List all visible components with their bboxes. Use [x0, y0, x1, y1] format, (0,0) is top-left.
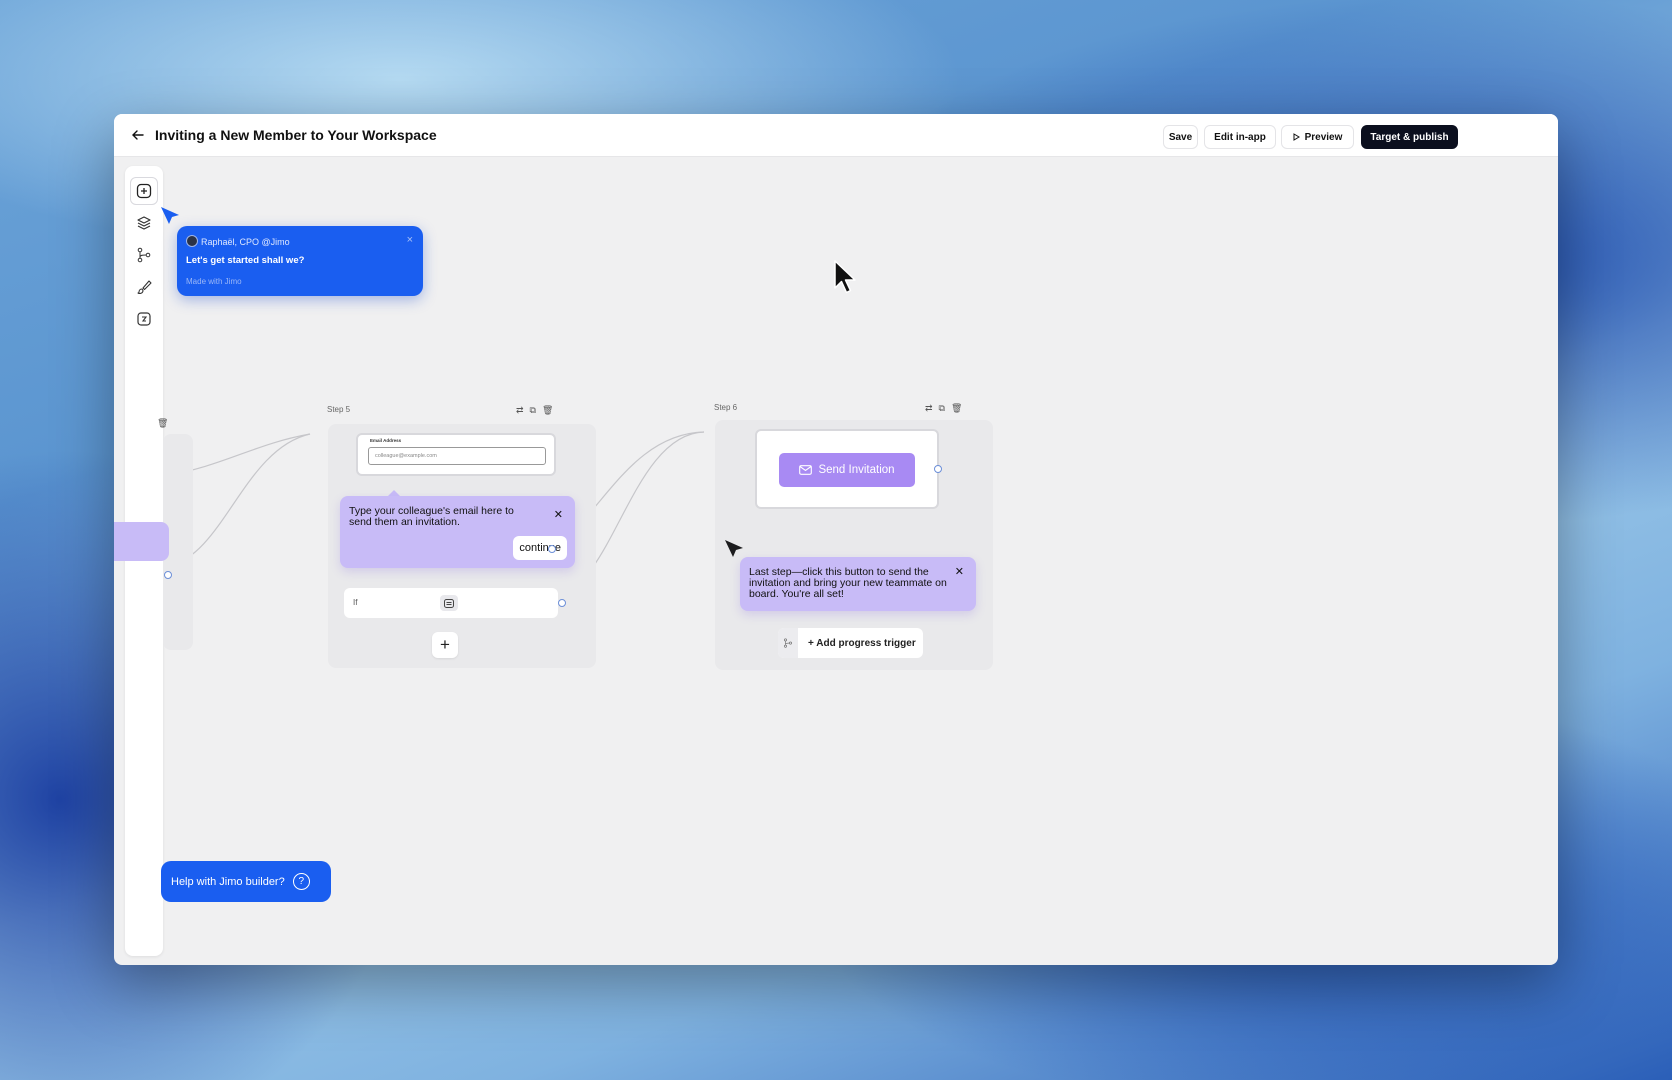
step6-tooltip[interactable]: Last step—click this button to send the … — [740, 557, 976, 611]
step5-label: Step 5 — [327, 405, 351, 414]
help-button[interactable]: Help with Jimo builder? ? — [161, 861, 331, 902]
question-icon: ? — [292, 873, 310, 890]
duplicate-icon[interactable]: ⧉ — [939, 403, 945, 414]
swap-icon[interactable]: ⇄ — [925, 403, 933, 414]
partial-step-actions: 🗑 — [157, 418, 168, 429]
step6-label: Step 6 — [714, 403, 738, 412]
duplicate-icon[interactable]: ⧉ — [530, 405, 536, 416]
mail-icon — [799, 465, 813, 475]
step6-button-card[interactable]: Send Invitation — [755, 429, 939, 509]
step5-tooltip-text: Type your colleague's email here to send… — [349, 505, 514, 528]
send-invitation-button[interactable]: Send Invitation — [779, 453, 915, 487]
avatar — [186, 235, 198, 247]
continue-button[interactable]: continue — [513, 536, 567, 560]
add-block-button[interactable]: + — [432, 632, 458, 658]
message-icon[interactable] — [440, 595, 458, 611]
swap-icon[interactable]: ⇄ — [516, 405, 524, 416]
if-output-port[interactable] — [558, 599, 566, 607]
trash-icon[interactable]: 🗑 — [542, 405, 553, 416]
partial-output-port[interactable] — [164, 571, 172, 579]
add-progress-trigger-button[interactable]: + Add progress trigger — [778, 628, 923, 658]
step5-tooltip[interactable]: Type your colleague's email here to send… — [340, 496, 575, 568]
made-with-label: Made with Jimo — [186, 277, 242, 286]
step6-tooltip-text: Last step—click this button to send the … — [749, 566, 947, 600]
partial-tooltip — [114, 522, 169, 561]
if-label: If — [353, 598, 358, 607]
if-condition-row[interactable]: If — [344, 588, 558, 618]
bubble-close-button[interactable]: × — [407, 234, 413, 246]
mouse-cursor-icon — [834, 260, 856, 294]
bubble-author: Raphaël, CPO @Jimo — [201, 237, 290, 247]
bubble-message: Let's get started shall we? — [186, 255, 305, 266]
branch-icon — [778, 628, 798, 658]
trash-icon[interactable]: 🗑 — [157, 418, 168, 429]
step6-actions: ⇄ ⧉ 🗑 — [925, 403, 962, 414]
step5-actions: ⇄ ⧉ 🗑 — [516, 405, 553, 416]
step5-tooltip-close[interactable]: ✕ — [554, 508, 563, 521]
step6-tooltip-close[interactable]: ✕ — [955, 565, 964, 578]
email-field[interactable]: colleague@example.com — [368, 447, 546, 465]
chat-bubble[interactable]: Raphaël, CPO @Jimo × Let's get started s… — [177, 226, 423, 296]
step5-email-card[interactable]: Email Address colleague@example.com — [356, 433, 556, 476]
send-invitation-label: Send Invitation — [818, 464, 895, 476]
send-output-port[interactable] — [934, 465, 942, 473]
builder-window: Inviting a New Member to Your Workspace … — [114, 114, 1558, 965]
help-label: Help with Jimo builder? — [171, 875, 285, 888]
pointer-blue-icon — [161, 207, 179, 224]
add-progress-trigger-label: + Add progress trigger — [808, 637, 916, 649]
continue-output-port[interactable] — [548, 545, 556, 553]
email-label: Email Address — [370, 438, 402, 443]
cursor-dark-icon — [725, 540, 743, 557]
trash-icon[interactable]: 🗑 — [951, 403, 962, 414]
